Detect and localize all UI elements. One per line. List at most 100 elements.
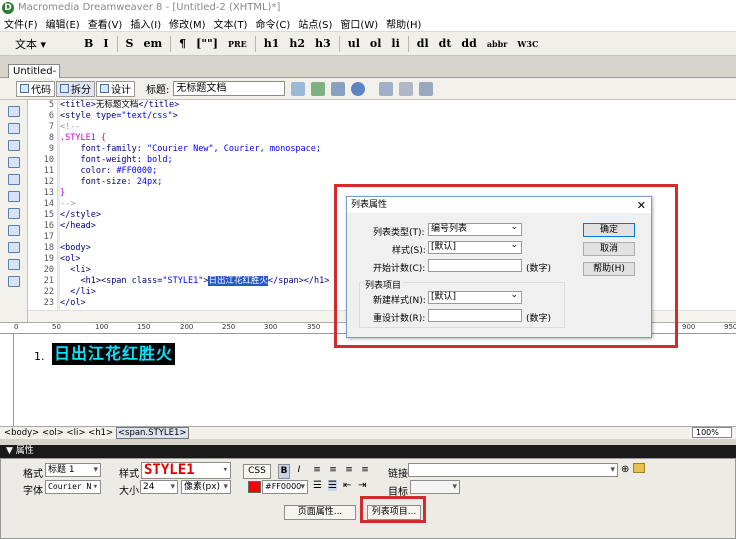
align-left-icon[interactable]: ≡: [311, 464, 323, 479]
align-center-icon[interactable]: ≡: [327, 464, 339, 479]
toolbar-button[interactable]: [""]: [191, 37, 223, 50]
menu-item[interactable]: 修改(M): [165, 16, 209, 31]
debug-icon[interactable]: [331, 81, 346, 96]
collapse-selection-icon[interactable]: [8, 140, 20, 151]
toolbar-button[interactable]: h3: [310, 37, 336, 50]
size-select[interactable]: 24: [140, 480, 178, 494]
remove-comment-icon[interactable]: [8, 259, 20, 270]
ordered-list-icon[interactable]: ☰: [328, 480, 337, 491]
justify-icon[interactable]: ≡: [359, 464, 371, 479]
globe-icon[interactable]: [351, 81, 366, 96]
select-parent-tag-icon[interactable]: [8, 174, 20, 185]
point-to-file-icon[interactable]: ⊕: [621, 464, 629, 475]
toolbar-button[interactable]: S: [121, 37, 139, 50]
italic-button[interactable]: I: [293, 464, 305, 479]
menu-item[interactable]: 编辑(E): [42, 16, 84, 31]
toolbar-button[interactable]: B: [79, 37, 98, 50]
code-view-button[interactable]: 代码: [16, 80, 55, 97]
refresh-icon[interactable]: [379, 81, 394, 96]
line-numbers-icon[interactable]: [8, 208, 20, 219]
zoom-select[interactable]: 100%: [692, 427, 732, 438]
line-number: 17: [43, 232, 54, 242]
align-right-icon[interactable]: ≡: [343, 464, 355, 479]
toolbar-button[interactable]: li: [386, 37, 404, 50]
visual-aids-icon[interactable]: [419, 81, 434, 96]
document-tab-bar: [0, 56, 736, 78]
tag-selector-path[interactable]: <body> <ol> <li> <h1>: [4, 428, 113, 438]
menu-item[interactable]: 站点(S): [294, 16, 336, 31]
preview-icon[interactable]: [311, 81, 326, 96]
toolbar-button[interactable]: I: [98, 37, 113, 50]
design-heading[interactable]: 日出江花红胜火: [52, 343, 176, 365]
outdent-icon[interactable]: ⇤: [343, 480, 351, 491]
format-select[interactable]: 标题 1: [45, 463, 101, 477]
line-number: 20: [43, 265, 54, 275]
code-line[interactable]: font-weight: bold;: [60, 155, 736, 166]
vertical-ruler: [0, 334, 14, 426]
toolbar-button[interactable]: W3C: [512, 39, 543, 49]
unit-select[interactable]: 像素(px): [181, 480, 231, 494]
color-swatch[interactable]: [248, 481, 261, 493]
toolbar-button[interactable]: dt: [434, 37, 457, 50]
collapse-tag-icon[interactable]: [8, 123, 20, 134]
wrap-tag-icon[interactable]: [8, 276, 20, 287]
split-view-button[interactable]: 拆分: [56, 80, 95, 97]
view-options-icon[interactable]: [399, 81, 414, 96]
design-view-button[interactable]: 设计: [96, 80, 135, 97]
toolbar-button[interactable]: PRE: [223, 39, 252, 49]
document-tab[interactable]: Untitled-2*: [8, 64, 60, 90]
page-properties-button[interactable]: 页面属性...: [284, 505, 356, 520]
toolbar-separator: [338, 35, 340, 52]
menu-item[interactable]: 帮助(H): [382, 16, 425, 31]
toolbar-button[interactable]: h2: [284, 37, 310, 50]
properties-panel-header[interactable]: ▼ 属性: [0, 445, 736, 458]
code-line[interactable]: <!--: [60, 122, 736, 133]
balance-braces-icon[interactable]: [8, 191, 20, 202]
menu-item[interactable]: 查看(V): [84, 16, 127, 31]
css-button[interactable]: CSS: [243, 464, 271, 479]
menu-item[interactable]: 文本(T): [210, 16, 252, 31]
toolbar-button[interactable]: em: [138, 37, 167, 50]
toolbar-button[interactable]: abbr: [482, 39, 513, 49]
open-documents-icon[interactable]: [8, 106, 20, 117]
bold-button[interactable]: B: [278, 464, 290, 479]
file-management-icon[interactable]: [291, 81, 306, 96]
line-number: 14: [43, 199, 54, 209]
line-number: 21: [43, 276, 54, 286]
code-line[interactable]: .STYLE1 {: [60, 133, 736, 144]
toolbar-button[interactable]: ol: [365, 37, 387, 50]
line-number: 13: [43, 188, 54, 198]
color-input[interactable]: #FF0000: [262, 480, 308, 494]
toolbar-button[interactable]: dd: [456, 37, 481, 50]
code-line[interactable]: <title>无标题文档</title>: [60, 100, 736, 111]
unordered-list-icon[interactable]: ☰: [313, 480, 322, 491]
toolbar-button[interactable]: h1: [259, 37, 285, 50]
menu-item[interactable]: 文件(F): [0, 16, 42, 31]
style-select[interactable]: STYLE1: [141, 462, 231, 479]
target-select[interactable]: [410, 480, 460, 494]
highlight-invalid-icon[interactable]: [8, 225, 20, 236]
menu-item[interactable]: 窗口(W): [336, 16, 382, 31]
indent-icon[interactable]: ⇥: [358, 480, 366, 491]
code-line[interactable]: <style type="text/css">: [60, 111, 736, 122]
code-line[interactable]: font-family: "Courier New", Courier, mon…: [60, 144, 736, 155]
toolbar-button[interactable]: ¶: [174, 37, 191, 50]
menu-item[interactable]: 命令(C): [251, 16, 294, 31]
insert-toolbar: 文本 ▾ B I Sem ¶ [""] PRE h1 h2 h3 ul ol li dl dt dd abbr…: [0, 32, 736, 56]
style-label: 样式: [119, 469, 139, 480]
expand-all-icon[interactable]: [8, 157, 20, 168]
toolbar-button[interactable]: dl: [412, 37, 434, 50]
page-title-input[interactable]: 无标题文档: [173, 81, 286, 96]
menu-item[interactable]: 插入(I): [126, 16, 165, 31]
toolbar-button[interactable]: ul: [343, 37, 365, 50]
tag-selector-current[interactable]: <span.STYLE1>: [115, 427, 189, 439]
font-select[interactable]: Courier N: [45, 480, 101, 494]
code-line[interactable]: color: #FF0000;: [60, 166, 736, 177]
title-bar: D Macromedia Dreamweaver 8 - [Untitled-2…: [0, 0, 736, 15]
link-input[interactable]: [408, 463, 618, 477]
line-number: 12: [43, 177, 54, 187]
category-dropdown[interactable]: 文本 ▾: [10, 36, 51, 52]
browse-folder-icon[interactable]: [633, 463, 645, 473]
line-number: 10: [43, 155, 54, 165]
apply-comment-icon[interactable]: [8, 242, 20, 253]
